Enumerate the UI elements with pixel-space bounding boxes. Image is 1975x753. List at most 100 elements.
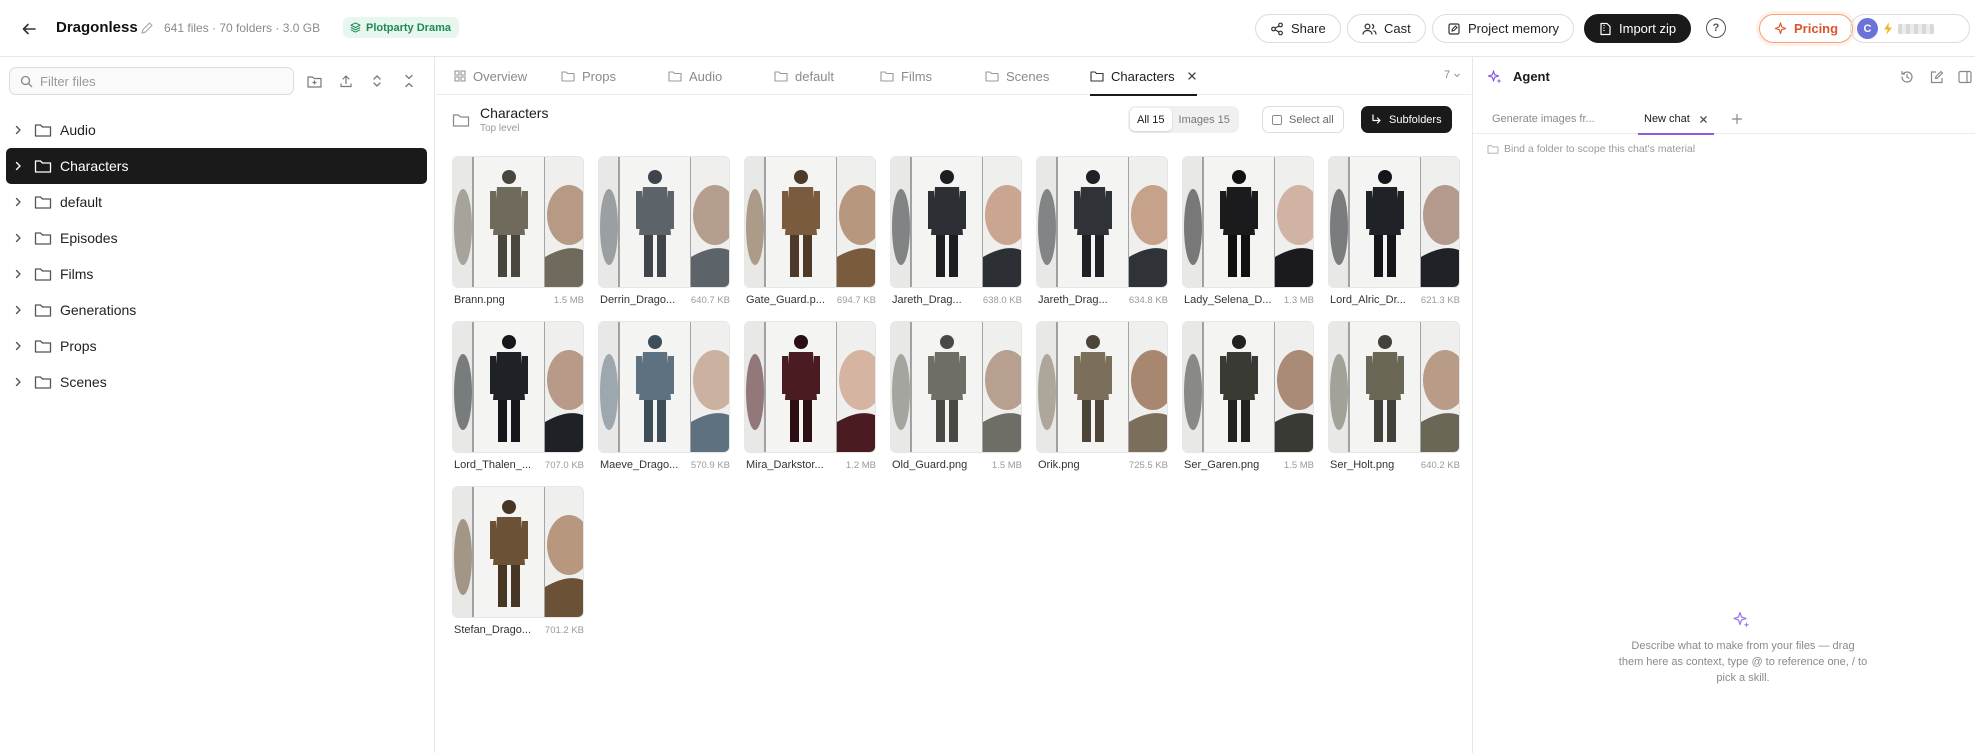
- close-icon[interactable]: [1699, 115, 1708, 124]
- tab-scenes[interactable]: Scenes: [985, 57, 1049, 95]
- file-name: Jareth_Drag...: [892, 294, 962, 306]
- sidebar-item-label: Episodes: [60, 230, 118, 246]
- file-card[interactable]: Jareth_Drag... 638.0 KB: [890, 156, 1022, 306]
- close-icon[interactable]: [1187, 71, 1197, 81]
- sidebar-item-props[interactable]: Props: [6, 328, 427, 364]
- collapse-all-icon[interactable]: [400, 72, 418, 90]
- pencil-icon[interactable]: [140, 21, 154, 35]
- file-card[interactable]: Old_Guard.png 1.5 MB: [890, 321, 1022, 471]
- sidebar-item-scenes[interactable]: Scenes: [6, 364, 427, 400]
- filter-images[interactable]: Images 15: [1172, 108, 1237, 131]
- file-card[interactable]: Mira_Darkstor... 1.2 MB: [744, 321, 876, 471]
- file-card[interactable]: Ser_Garen.png 1.5 MB: [1182, 321, 1314, 471]
- tab-props[interactable]: Props: [561, 57, 616, 95]
- file-card[interactable]: Orik.png 725.5 KB: [1036, 321, 1168, 471]
- chevron-right-icon[interactable]: [10, 266, 26, 282]
- chevron-right-icon[interactable]: [10, 374, 26, 390]
- expand-all-icon[interactable]: [368, 72, 386, 90]
- file-caption: Old_Guard.png 1.5 MB: [892, 459, 1022, 471]
- file-size: 1.5 MB: [553, 295, 584, 306]
- new-chat-edit-icon[interactable]: [1929, 69, 1945, 85]
- file-card[interactable]: Lord_Thalen_... 707.0 KB: [452, 321, 584, 471]
- file-card[interactable]: Lord_Alric_Dr... 621.3 KB: [1328, 156, 1460, 306]
- back-arrow-icon[interactable]: [18, 18, 40, 40]
- project-memory-button[interactable]: Project memory: [1432, 14, 1575, 43]
- file-size: 640.2 KB: [1420, 460, 1460, 471]
- file-card[interactable]: Gate_Guard.p... 694.7 KB: [744, 156, 876, 306]
- file-size: 1.3 MB: [1283, 295, 1314, 306]
- sidebar-item-generations[interactable]: Generations: [6, 292, 427, 328]
- avatar: C: [1857, 18, 1878, 39]
- layers-icon: [350, 22, 361, 33]
- chevron-down-icon: [1454, 73, 1461, 78]
- panel-toggle-icon[interactable]: [1957, 69, 1973, 85]
- chat-tab-new[interactable]: New chat: [1638, 104, 1714, 135]
- chevron-right-icon[interactable]: [10, 230, 26, 246]
- file-card[interactable]: Derrin_Drago... 640.7 KB: [598, 156, 730, 306]
- file-name: Old_Guard.png: [892, 459, 968, 471]
- sidebar-item-audio[interactable]: Audio: [6, 112, 427, 148]
- file-size: 621.3 KB: [1420, 295, 1460, 306]
- file-card[interactable]: Stefan_Drago... 701.2 KB: [452, 486, 584, 636]
- sidebar-item-characters[interactable]: Characters: [6, 148, 427, 184]
- select-all-button[interactable]: Select all: [1262, 106, 1344, 133]
- pricing-button[interactable]: Pricing: [1759, 14, 1854, 43]
- cast-button[interactable]: Cast: [1347, 14, 1426, 43]
- top-bar: Dragonless 641 files · 70 folders · 3.0 …: [0, 0, 1975, 57]
- help-icon[interactable]: ?: [1706, 18, 1726, 38]
- filter-box[interactable]: [9, 67, 294, 95]
- import-zip-button[interactable]: Import zip: [1584, 14, 1692, 43]
- tab-audio[interactable]: Audio: [668, 57, 722, 95]
- tab-characters[interactable]: Characters: [1090, 57, 1197, 96]
- new-folder-icon[interactable]: [305, 72, 323, 90]
- folder-tabs: Overview Props Audio default Films Scene…: [436, 57, 1471, 96]
- project-memory-label: Project memory: [1468, 21, 1560, 36]
- chevron-right-icon[interactable]: [10, 122, 26, 138]
- add-chat-icon[interactable]: [1731, 104, 1743, 134]
- upload-icon[interactable]: [337, 72, 355, 90]
- file-name: Lord_Alric_Dr...: [1330, 294, 1406, 306]
- file-caption: Ser_Holt.png 640.2 KB: [1330, 459, 1460, 471]
- tab-overview[interactable]: Overview: [454, 57, 527, 95]
- file-card[interactable]: Maeve_Drago... 570.9 KB: [598, 321, 730, 471]
- chevron-right-icon[interactable]: [10, 302, 26, 318]
- file-caption: Derrin_Drago... 640.7 KB: [600, 294, 730, 306]
- cast-label: Cast: [1384, 21, 1411, 36]
- file-thumbnail: [452, 321, 584, 453]
- file-card[interactable]: Lady_Selena_D... 1.3 MB: [1182, 156, 1314, 306]
- file-caption: Stefan_Drago... 701.2 KB: [454, 624, 584, 636]
- file-name: Orik.png: [1038, 459, 1080, 471]
- chevron-right-icon[interactable]: [10, 194, 26, 210]
- share-button[interactable]: Share: [1255, 14, 1341, 43]
- sidebar-item-default[interactable]: default: [6, 184, 427, 220]
- tab-overflow-menu[interactable]: 7: [1444, 69, 1461, 81]
- account-menu[interactable]: C: [1850, 14, 1970, 43]
- file-thumbnail: [1036, 156, 1168, 288]
- folder-icon: [1090, 71, 1104, 82]
- filter-all[interactable]: All 15: [1130, 108, 1172, 131]
- file-thumbnail: [598, 156, 730, 288]
- file-caption: Lord_Alric_Dr... 621.3 KB: [1330, 294, 1460, 306]
- file-thumbnail: [598, 321, 730, 453]
- file-thumbnail: [1328, 321, 1460, 453]
- file-size: 1.5 MB: [991, 460, 1022, 471]
- bind-folder-link[interactable]: Bind a folder to scope this chat's mater…: [1487, 143, 1695, 155]
- users-icon: [1362, 22, 1377, 35]
- lightning-icon: [1884, 22, 1892, 35]
- file-card[interactable]: Brann.png 1.5 MB: [452, 156, 584, 306]
- chevron-right-icon[interactable]: [10, 158, 26, 174]
- file-card[interactable]: Jareth_Drag... 634.8 KB: [1036, 156, 1168, 306]
- tab-films[interactable]: Films: [880, 57, 932, 95]
- history-icon[interactable]: [1899, 69, 1915, 85]
- tab-default[interactable]: default: [774, 57, 834, 95]
- file-card[interactable]: Ser_Holt.png 640.2 KB: [1328, 321, 1460, 471]
- chat-tab-generate[interactable]: Generate images fr...: [1492, 104, 1595, 134]
- chat-tab-label: New chat: [1644, 113, 1690, 125]
- file-size: 707.0 KB: [544, 460, 584, 471]
- filter-input[interactable]: [40, 73, 280, 89]
- file-thumbnail: [1182, 156, 1314, 288]
- chevron-right-icon[interactable]: [10, 338, 26, 354]
- subfolders-button[interactable]: Subfolders: [1361, 106, 1452, 133]
- sidebar-item-episodes[interactable]: Episodes: [6, 220, 427, 256]
- sidebar-item-films[interactable]: Films: [6, 256, 427, 292]
